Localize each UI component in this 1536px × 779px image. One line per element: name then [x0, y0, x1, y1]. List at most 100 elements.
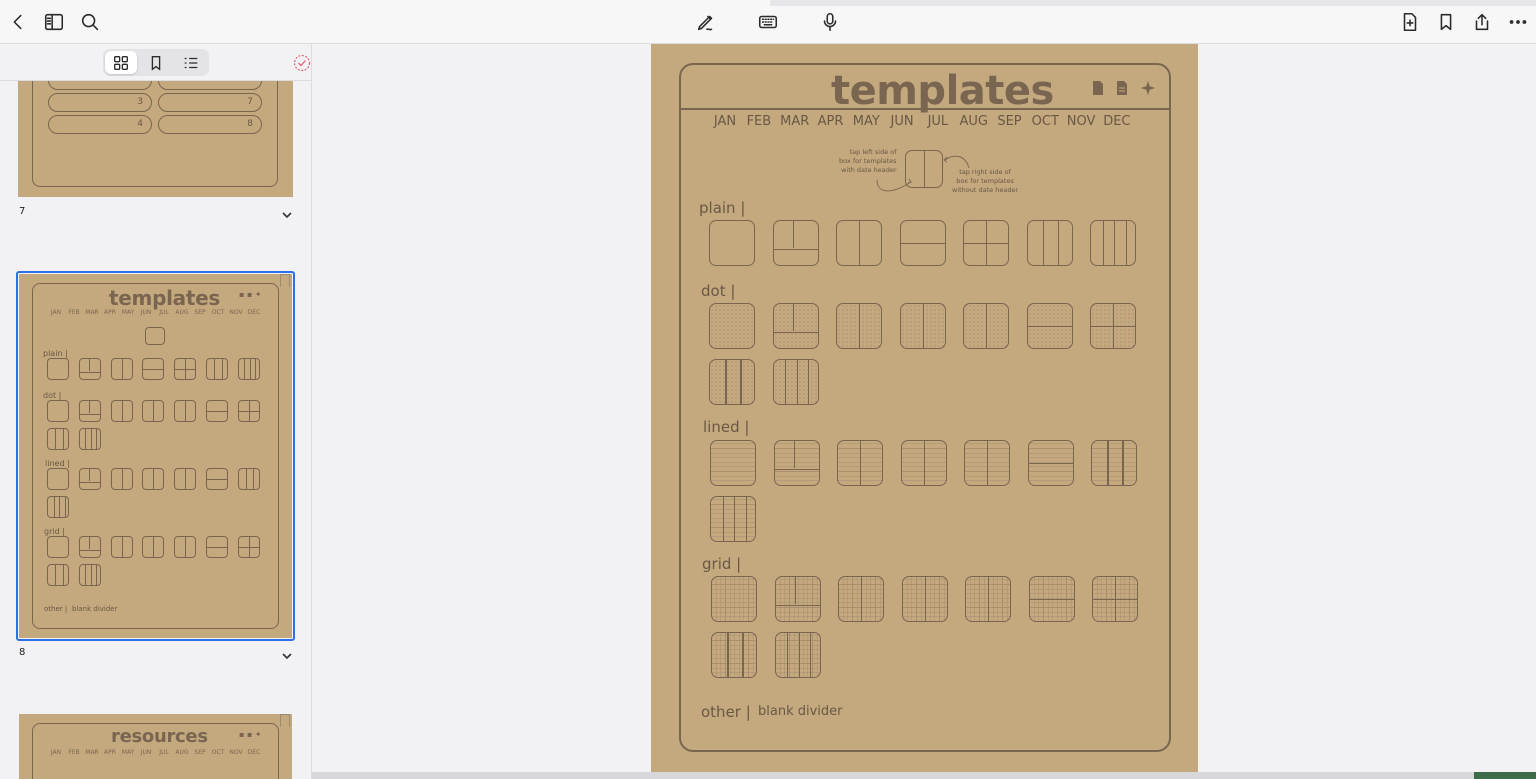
sidebar-toggle-icon[interactable] — [42, 10, 66, 34]
keyboard-icon[interactable] — [756, 10, 780, 34]
bookmark-tag-icon[interactable] — [280, 714, 290, 727]
dot-template-box[interactable] — [772, 303, 819, 349]
thumb-template-box — [78, 564, 101, 586]
thumb-template-box — [174, 536, 197, 558]
lined-template-box[interactable] — [964, 440, 1010, 486]
month-tab-jul[interactable]: JUL — [920, 114, 956, 129]
title-strip — [770, 0, 1536, 6]
lined-template-box[interactable] — [900, 440, 947, 486]
pencil-icon[interactable] — [694, 10, 718, 34]
month-tab-sep[interactable]: SEP — [992, 114, 1028, 129]
dot-template-box[interactable] — [1090, 303, 1136, 349]
plain-template-box[interactable] — [1090, 220, 1136, 266]
bookmark-tag-icon[interactable] — [280, 274, 290, 287]
thumb-pill: 8 — [158, 115, 262, 134]
thumb-title: templates — [109, 286, 220, 310]
grid-template-box[interactable] — [1092, 576, 1138, 622]
plain-template-box[interactable] — [963, 220, 1009, 266]
notes-icon[interactable] — [1115, 80, 1129, 96]
chevron-down-icon[interactable] — [281, 647, 293, 660]
month-tab-jan[interactable]: JAN — [709, 114, 741, 129]
thumb-header-icons: ▪ ▪ ✦ — [239, 730, 262, 739]
plain-template-box[interactable] — [709, 220, 755, 266]
plain-template-box[interactable] — [836, 220, 882, 266]
grid-template-box[interactable] — [838, 576, 884, 622]
chevron-left-icon[interactable] — [6, 10, 30, 34]
month-tab-aug[interactable]: AUG — [956, 114, 992, 129]
grid-template-box[interactable] — [965, 576, 1011, 622]
thumb-template-box — [78, 428, 101, 450]
other-label: other | — [701, 703, 751, 721]
lined-template-box[interactable] — [710, 496, 756, 542]
top-toolbar — [0, 0, 1536, 44]
lined-template-box[interactable] — [1091, 440, 1137, 486]
thumb-note-box — [145, 327, 165, 345]
outline-icon[interactable] — [175, 51, 207, 74]
dot-template-box[interactable] — [963, 303, 1009, 349]
lined-template-box[interactable] — [710, 440, 756, 486]
page-thumbnail-8[interactable]: templates ▪ ▪ ✦ JAN FEB MAR APR MAY JUN JUL AUG… — [19, 274, 292, 638]
sparkle-icon[interactable] — [1141, 80, 1157, 96]
more-icon[interactable] — [1506, 10, 1530, 34]
document-icon[interactable] — [1091, 80, 1105, 96]
thumb-template-box — [174, 468, 197, 490]
grid-template-box[interactable] — [901, 576, 948, 622]
month-tab-apr[interactable]: APR — [813, 114, 849, 129]
lined-template-box[interactable] — [1027, 440, 1074, 486]
add-page-icon[interactable] — [1398, 10, 1422, 34]
dot-template-box[interactable] — [709, 359, 755, 405]
thumb-template-box — [142, 358, 165, 380]
grid-template-box[interactable] — [711, 576, 757, 622]
month-tab-may[interactable]: MAY — [848, 114, 884, 129]
bookmark-icon[interactable] — [1434, 10, 1458, 34]
thumb-template-box — [110, 468, 133, 490]
page-thumbnail-9[interactable]: resources ▪ ▪ ✦ JAN FEB MAR APR MAY JUN JUL AUG… — [19, 714, 292, 779]
thumb-template-box — [78, 468, 101, 490]
lined-template-box[interactable] — [773, 440, 820, 486]
thumb-template-box — [110, 358, 133, 380]
grid-template-box[interactable] — [774, 576, 821, 622]
month-tab-jun[interactable]: JUN — [884, 114, 920, 129]
thumb-template-box — [206, 536, 228, 558]
grid-view-icon[interactable] — [105, 51, 137, 74]
thumb-template-box — [142, 468, 165, 490]
plain-template-box[interactable] — [772, 220, 819, 266]
lined-template-box[interactable] — [837, 440, 883, 486]
sync-status-icon[interactable] — [293, 54, 311, 72]
horizontal-scrollbar[interactable] — [312, 772, 1536, 779]
page-title: templates — [831, 68, 1054, 114]
month-tab-dec[interactable]: DEC — [1099, 114, 1135, 129]
month-tab-feb[interactable]: FEB — [741, 114, 777, 129]
page-thumbnail-7[interactable]: 3 7 4 8 — [18, 81, 293, 197]
month-tab-oct[interactable]: OCT — [1027, 114, 1063, 129]
grid-template-box[interactable] — [711, 632, 757, 678]
thumb-other-label: other | — [44, 605, 68, 613]
thumb-template-box — [47, 468, 69, 490]
page-number-7: 7 — [19, 206, 26, 217]
month-tab-nov[interactable]: NOV — [1063, 114, 1099, 129]
dot-template-box[interactable] — [709, 303, 755, 349]
dot-template-box[interactable] — [772, 359, 819, 405]
section-label-plain: plain | — [699, 199, 746, 217]
grid-template-box[interactable] — [774, 632, 821, 678]
thumb-template-box — [206, 400, 228, 422]
blank-divider-link[interactable]: blank divider — [758, 704, 843, 719]
grid-template-box[interactable] — [1028, 576, 1075, 622]
microphone-icon[interactable] — [818, 10, 842, 34]
share-icon[interactable] — [1470, 10, 1494, 34]
thumb-template-box — [142, 536, 165, 558]
chevron-down-icon[interactable] — [281, 206, 293, 219]
dot-template-box[interactable] — [1026, 303, 1073, 349]
month-tab-mar[interactable]: MAR — [777, 114, 813, 129]
thumb-template-box — [237, 400, 260, 422]
dot-template-box[interactable] — [899, 303, 946, 349]
plain-template-box[interactable] — [1026, 220, 1073, 266]
dot-template-box[interactable] — [836, 303, 882, 349]
search-icon[interactable] — [78, 10, 102, 34]
plain-template-box[interactable] — [899, 220, 946, 266]
notebook-page[interactable]: templates JAN FEB MAR APR MAY JUN JUL AUG SEP OCT… — [651, 44, 1198, 774]
thumb-template-box — [142, 400, 165, 422]
thumb-template-box — [237, 536, 260, 558]
page-number-8: 8 — [19, 647, 26, 658]
bookmarks-icon[interactable] — [140, 51, 172, 74]
